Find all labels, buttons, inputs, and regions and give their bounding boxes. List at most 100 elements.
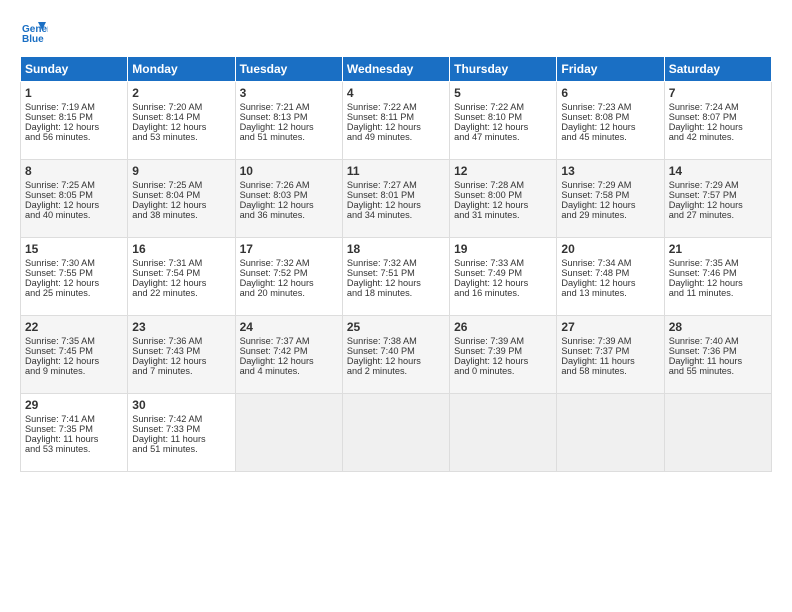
day-number: 7 xyxy=(669,86,767,100)
day-number: 23 xyxy=(132,320,230,334)
cell-info-line: and 7 minutes. xyxy=(132,366,230,376)
cell-info-line: and 40 minutes. xyxy=(25,210,123,220)
calendar-cell: 18Sunrise: 7:32 AMSunset: 7:51 PMDayligh… xyxy=(342,238,449,316)
calendar-cell: 10Sunrise: 7:26 AMSunset: 8:03 PMDayligh… xyxy=(235,160,342,238)
column-header-wednesday: Wednesday xyxy=(342,57,449,82)
cell-info-line: Daylight: 12 hours xyxy=(669,122,767,132)
cell-info-line: Sunrise: 7:32 AM xyxy=(240,258,338,268)
cell-info-line: Daylight: 12 hours xyxy=(454,200,552,210)
week-row-1: 1Sunrise: 7:19 AMSunset: 8:15 PMDaylight… xyxy=(21,82,772,160)
day-number: 22 xyxy=(25,320,123,334)
day-number: 28 xyxy=(669,320,767,334)
calendar-cell: 12Sunrise: 7:28 AMSunset: 8:00 PMDayligh… xyxy=(450,160,557,238)
cell-info-line: and 51 minutes. xyxy=(132,444,230,454)
cell-info-line: and 27 minutes. xyxy=(669,210,767,220)
cell-info-line: and 29 minutes. xyxy=(561,210,659,220)
cell-info-line: Sunset: 8:07 PM xyxy=(669,112,767,122)
cell-info-line: and 36 minutes. xyxy=(240,210,338,220)
calendar-cell: 26Sunrise: 7:39 AMSunset: 7:39 PMDayligh… xyxy=(450,316,557,394)
calendar-cell: 25Sunrise: 7:38 AMSunset: 7:40 PMDayligh… xyxy=(342,316,449,394)
week-row-5: 29Sunrise: 7:41 AMSunset: 7:35 PMDayligh… xyxy=(21,394,772,472)
cell-info-line: Daylight: 12 hours xyxy=(561,122,659,132)
column-header-monday: Monday xyxy=(128,57,235,82)
column-header-tuesday: Tuesday xyxy=(235,57,342,82)
cell-info-line: Daylight: 12 hours xyxy=(25,356,123,366)
cell-info-line: Sunset: 7:45 PM xyxy=(25,346,123,356)
cell-info-line: and 25 minutes. xyxy=(25,288,123,298)
cell-info-line: Sunrise: 7:19 AM xyxy=(25,102,123,112)
cell-info-line: Daylight: 12 hours xyxy=(561,200,659,210)
cell-info-line: Sunset: 8:15 PM xyxy=(25,112,123,122)
cell-info-line: Sunset: 7:37 PM xyxy=(561,346,659,356)
week-row-4: 22Sunrise: 7:35 AMSunset: 7:45 PMDayligh… xyxy=(21,316,772,394)
day-number: 24 xyxy=(240,320,338,334)
cell-info-line: Sunset: 7:43 PM xyxy=(132,346,230,356)
cell-info-line: Sunset: 7:42 PM xyxy=(240,346,338,356)
cell-info-line: Daylight: 11 hours xyxy=(132,434,230,444)
day-number: 19 xyxy=(454,242,552,256)
calendar-cell: 5Sunrise: 7:22 AMSunset: 8:10 PMDaylight… xyxy=(450,82,557,160)
cell-info-line: and 0 minutes. xyxy=(454,366,552,376)
calendar-cell xyxy=(450,394,557,472)
cell-info-line: Sunset: 8:01 PM xyxy=(347,190,445,200)
cell-info-line: Sunset: 8:00 PM xyxy=(454,190,552,200)
calendar-cell: 24Sunrise: 7:37 AMSunset: 7:42 PMDayligh… xyxy=(235,316,342,394)
day-number: 18 xyxy=(347,242,445,256)
cell-info-line: and 47 minutes. xyxy=(454,132,552,142)
cell-info-line: and 34 minutes. xyxy=(347,210,445,220)
day-number: 9 xyxy=(132,164,230,178)
cell-info-line: Daylight: 12 hours xyxy=(347,356,445,366)
cell-info-line: Sunset: 8:11 PM xyxy=(347,112,445,122)
cell-info-line: Sunrise: 7:42 AM xyxy=(132,414,230,424)
column-header-thursday: Thursday xyxy=(450,57,557,82)
calendar-cell: 15Sunrise: 7:30 AMSunset: 7:55 PMDayligh… xyxy=(21,238,128,316)
calendar-cell: 30Sunrise: 7:42 AMSunset: 7:33 PMDayligh… xyxy=(128,394,235,472)
cell-info-line: Daylight: 12 hours xyxy=(454,356,552,366)
cell-info-line: and 53 minutes. xyxy=(132,132,230,142)
cell-info-line: Sunrise: 7:21 AM xyxy=(240,102,338,112)
cell-info-line: Daylight: 12 hours xyxy=(669,278,767,288)
cell-info-line: Sunset: 7:58 PM xyxy=(561,190,659,200)
cell-info-line: Sunrise: 7:22 AM xyxy=(347,102,445,112)
calendar-cell: 8Sunrise: 7:25 AMSunset: 8:05 PMDaylight… xyxy=(21,160,128,238)
cell-info-line: Daylight: 12 hours xyxy=(454,278,552,288)
day-number: 5 xyxy=(454,86,552,100)
cell-info-line: and 45 minutes. xyxy=(561,132,659,142)
cell-info-line: and 51 minutes. xyxy=(240,132,338,142)
cell-info-line: Sunset: 7:40 PM xyxy=(347,346,445,356)
cell-info-line: Sunrise: 7:29 AM xyxy=(561,180,659,190)
calendar-cell: 13Sunrise: 7:29 AMSunset: 7:58 PMDayligh… xyxy=(557,160,664,238)
day-number: 12 xyxy=(454,164,552,178)
day-number: 21 xyxy=(669,242,767,256)
cell-info-line: and 31 minutes. xyxy=(454,210,552,220)
cell-info-line: and 55 minutes. xyxy=(669,366,767,376)
cell-info-line: Sunrise: 7:33 AM xyxy=(454,258,552,268)
day-number: 26 xyxy=(454,320,552,334)
calendar-cell: 19Sunrise: 7:33 AMSunset: 7:49 PMDayligh… xyxy=(450,238,557,316)
cell-info-line: Daylight: 12 hours xyxy=(347,278,445,288)
cell-info-line: Sunset: 7:52 PM xyxy=(240,268,338,278)
week-row-3: 15Sunrise: 7:30 AMSunset: 7:55 PMDayligh… xyxy=(21,238,772,316)
cell-info-line: Sunrise: 7:35 AM xyxy=(669,258,767,268)
calendar-cell xyxy=(664,394,771,472)
day-number: 4 xyxy=(347,86,445,100)
cell-info-line: and 58 minutes. xyxy=(561,366,659,376)
cell-info-line: Sunrise: 7:39 AM xyxy=(561,336,659,346)
day-number: 15 xyxy=(25,242,123,256)
calendar-cell: 4Sunrise: 7:22 AMSunset: 8:11 PMDaylight… xyxy=(342,82,449,160)
calendar-cell: 14Sunrise: 7:29 AMSunset: 7:57 PMDayligh… xyxy=(664,160,771,238)
cell-info-line: Daylight: 11 hours xyxy=(561,356,659,366)
cell-info-line: Sunrise: 7:40 AM xyxy=(669,336,767,346)
cell-info-line: Daylight: 12 hours xyxy=(561,278,659,288)
logo-icon: General Blue xyxy=(20,18,48,46)
header-row: SundayMondayTuesdayWednesdayThursdayFrid… xyxy=(21,57,772,82)
calendar-cell: 23Sunrise: 7:36 AMSunset: 7:43 PMDayligh… xyxy=(128,316,235,394)
page: General Blue SundayMondayTuesdayWednesda… xyxy=(0,0,792,612)
cell-info-line: and 9 minutes. xyxy=(25,366,123,376)
calendar-cell: 9Sunrise: 7:25 AMSunset: 8:04 PMDaylight… xyxy=(128,160,235,238)
cell-info-line: Daylight: 12 hours xyxy=(240,356,338,366)
calendar-cell: 21Sunrise: 7:35 AMSunset: 7:46 PMDayligh… xyxy=(664,238,771,316)
cell-info-line: Sunset: 8:14 PM xyxy=(132,112,230,122)
cell-info-line: Daylight: 12 hours xyxy=(132,278,230,288)
calendar-cell: 28Sunrise: 7:40 AMSunset: 7:36 PMDayligh… xyxy=(664,316,771,394)
